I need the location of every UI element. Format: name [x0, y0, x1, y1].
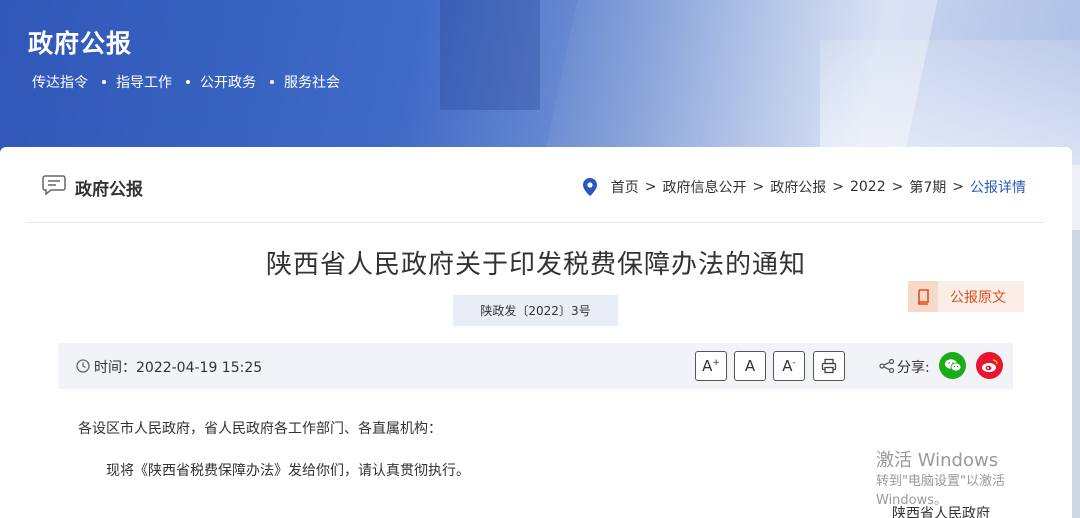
section-header: 政府公报 首页 > 政府信息公开 > 政府公报 > 2022 > 第7期 > 公… [26, 147, 1044, 223]
site-title: 政府公报 [28, 29, 133, 58]
font-reset-label: A [744, 357, 756, 375]
printer-icon [821, 358, 837, 374]
wechat-icon [944, 359, 961, 372]
tagline-item: 公开政务 [186, 72, 256, 92]
breadcrumb-separator: > [891, 179, 904, 195]
clock-icon [76, 359, 90, 373]
breadcrumb-home[interactable]: 首页 [611, 177, 639, 197]
minus-mark: - [792, 358, 796, 368]
weibo-icon [981, 359, 998, 373]
bullet-icon [102, 80, 106, 84]
publish-time: 时间：2022-04-19 15:25 [94, 360, 263, 376]
document-info-bar: 时间：2022-04-19 15:25 A + A A- 分享: [58, 343, 1013, 389]
windows-activation-hint: 转到"电脑设置"以激活 Windows。 [876, 474, 1005, 508]
book-icon [908, 281, 938, 312]
original-document-label: 公报原文 [950, 289, 1006, 306]
breadcrumb-separator: > [952, 179, 964, 195]
breadcrumb-separator: > [752, 179, 765, 195]
section-title: 政府公报 [75, 180, 143, 200]
font-increase-label: A [702, 357, 713, 375]
body-paragraph: 现将《陕西省税费保障办法》发给你们，请认真贯彻执行。 [106, 463, 470, 479]
share-label: 分享: [897, 360, 930, 376]
document-title: 陕西省人民政府关于印发税费保障办法的通知 [265, 250, 806, 280]
banner-decoration [440, 0, 540, 110]
windows-activation-watermark: 激活 Windows [876, 450, 999, 471]
location-pin-icon [582, 178, 597, 196]
breadcrumb-year[interactable]: 2022 [850, 179, 886, 195]
bullet-icon [186, 80, 190, 84]
document-number: 陕政发〔2022〕3号 [453, 295, 618, 326]
chat-icon [42, 175, 66, 196]
breadcrumb-current: 公报详情 [970, 180, 1026, 196]
header-banner: 政府公报 传达指令 指导工作 公开政务 服务社会 [0, 0, 1080, 165]
font-increase-button[interactable]: A + [695, 351, 727, 381]
site-tagline: 传达指令 指导工作 公开政务 服务社会 [32, 72, 340, 92]
tagline-item: 指导工作 [102, 72, 172, 92]
font-decrease-label: A [782, 357, 793, 375]
breadcrumb-issue[interactable]: 第7期 [909, 177, 946, 197]
wechat-share-button[interactable] [939, 352, 966, 379]
breadcrumb: 首页 > 政府信息公开 > 政府公报 > 2022 > 第7期 > 公报详情 [582, 177, 1026, 197]
weibo-share-button[interactable] [976, 352, 1003, 379]
breadcrumb-gazette[interactable]: 政府公报 [770, 177, 826, 197]
bullet-icon [270, 80, 274, 84]
tagline-item: 传达指令 [32, 75, 88, 91]
tagline-item: 服务社会 [270, 72, 340, 92]
font-reset-button[interactable]: A [734, 351, 766, 381]
share-icon [879, 359, 895, 373]
original-document-button[interactable]: 公报原文 [908, 281, 1024, 312]
salutation-paragraph: 各设区市人民政府，省人民政府各工作部门、各直属机构： [78, 421, 442, 437]
print-button[interactable] [813, 351, 845, 381]
font-decrease-button[interactable]: A- [773, 351, 805, 381]
breadcrumb-info-public[interactable]: 政府信息公开 [663, 177, 747, 197]
breadcrumb-separator: > [832, 179, 844, 195]
plus-mark: + [712, 358, 720, 368]
breadcrumb-separator: > [644, 179, 657, 195]
